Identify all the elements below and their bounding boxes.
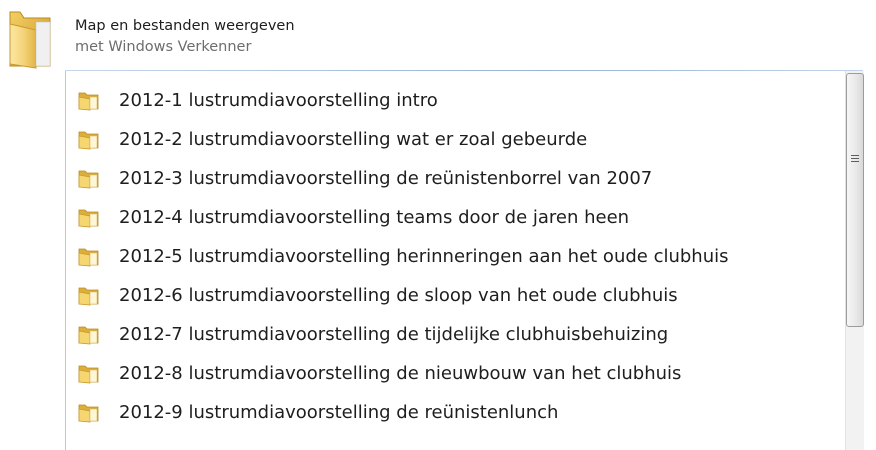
header-subtitle: met Windows Verkenner [75,39,252,55]
grip-icon [851,155,859,163]
vertical-scrollbar[interactable] [845,71,864,450]
list-item-label: 2012-2 lustrumdiavoorstelling wat er zoa… [119,129,588,150]
list-item-label: 2012-5 lustrumdiavoorstelling herinnerin… [119,246,729,267]
folder-icon [9,11,51,69]
list-item[interactable]: 2012-7 lustrumdiavoorstelling de tijdeli… [66,318,846,352]
list-item-label: 2012-4 lustrumdiavoorstelling teams door… [119,207,630,228]
list-item-label: 2012-8 lustrumdiavoorstelling de nieuwbo… [119,363,682,384]
folder-icon [78,326,99,345]
open-explorer-item[interactable]: Map en bestanden weergeven met Windows V… [0,0,876,72]
folder-icon [78,209,99,228]
list-item[interactable]: 2012-8 lustrumdiavoorstelling de nieuwbo… [66,357,846,391]
list-item-label: 2012-6 lustrumdiavoorstelling de sloop v… [119,285,678,306]
folder-icon [78,92,99,111]
folder-icon [78,365,99,384]
folder-icon [78,404,99,423]
list-item-label: 2012-9 lustrumdiavoorstelling de reünist… [119,402,559,423]
header-title: Map en bestanden weergeven [75,18,295,34]
folder-icon [78,170,99,189]
list-item[interactable]: 2012-5 lustrumdiavoorstelling herinnerin… [66,240,846,274]
list-item-label: 2012-3 lustrumdiavoorstelling de reünist… [119,168,653,189]
folder-list: 2012-1 lustrumdiavoorstelling intro 2012… [65,71,846,450]
folder-icon [78,287,99,306]
list-item[interactable]: 2012-3 lustrumdiavoorstelling de reünist… [66,162,846,196]
list-item[interactable]: 2012-6 lustrumdiavoorstelling de sloop v… [66,279,846,313]
folder-icon [78,131,99,150]
list-item[interactable]: 2012-2 lustrumdiavoorstelling wat er zoa… [66,123,846,157]
list-item[interactable]: 2012-4 lustrumdiavoorstelling teams door… [66,201,846,235]
list-item-label: 2012-7 lustrumdiavoorstelling de tijdeli… [119,324,669,345]
list-item[interactable]: 2012-9 lustrumdiavoorstelling de reünist… [66,396,846,430]
scrollbar-thumb[interactable] [846,73,864,327]
list-item-label: 2012-1 lustrumdiavoorstelling intro [119,90,438,111]
folder-icon [78,248,99,267]
list-item[interactable]: 2012-1 lustrumdiavoorstelling intro [66,84,846,118]
